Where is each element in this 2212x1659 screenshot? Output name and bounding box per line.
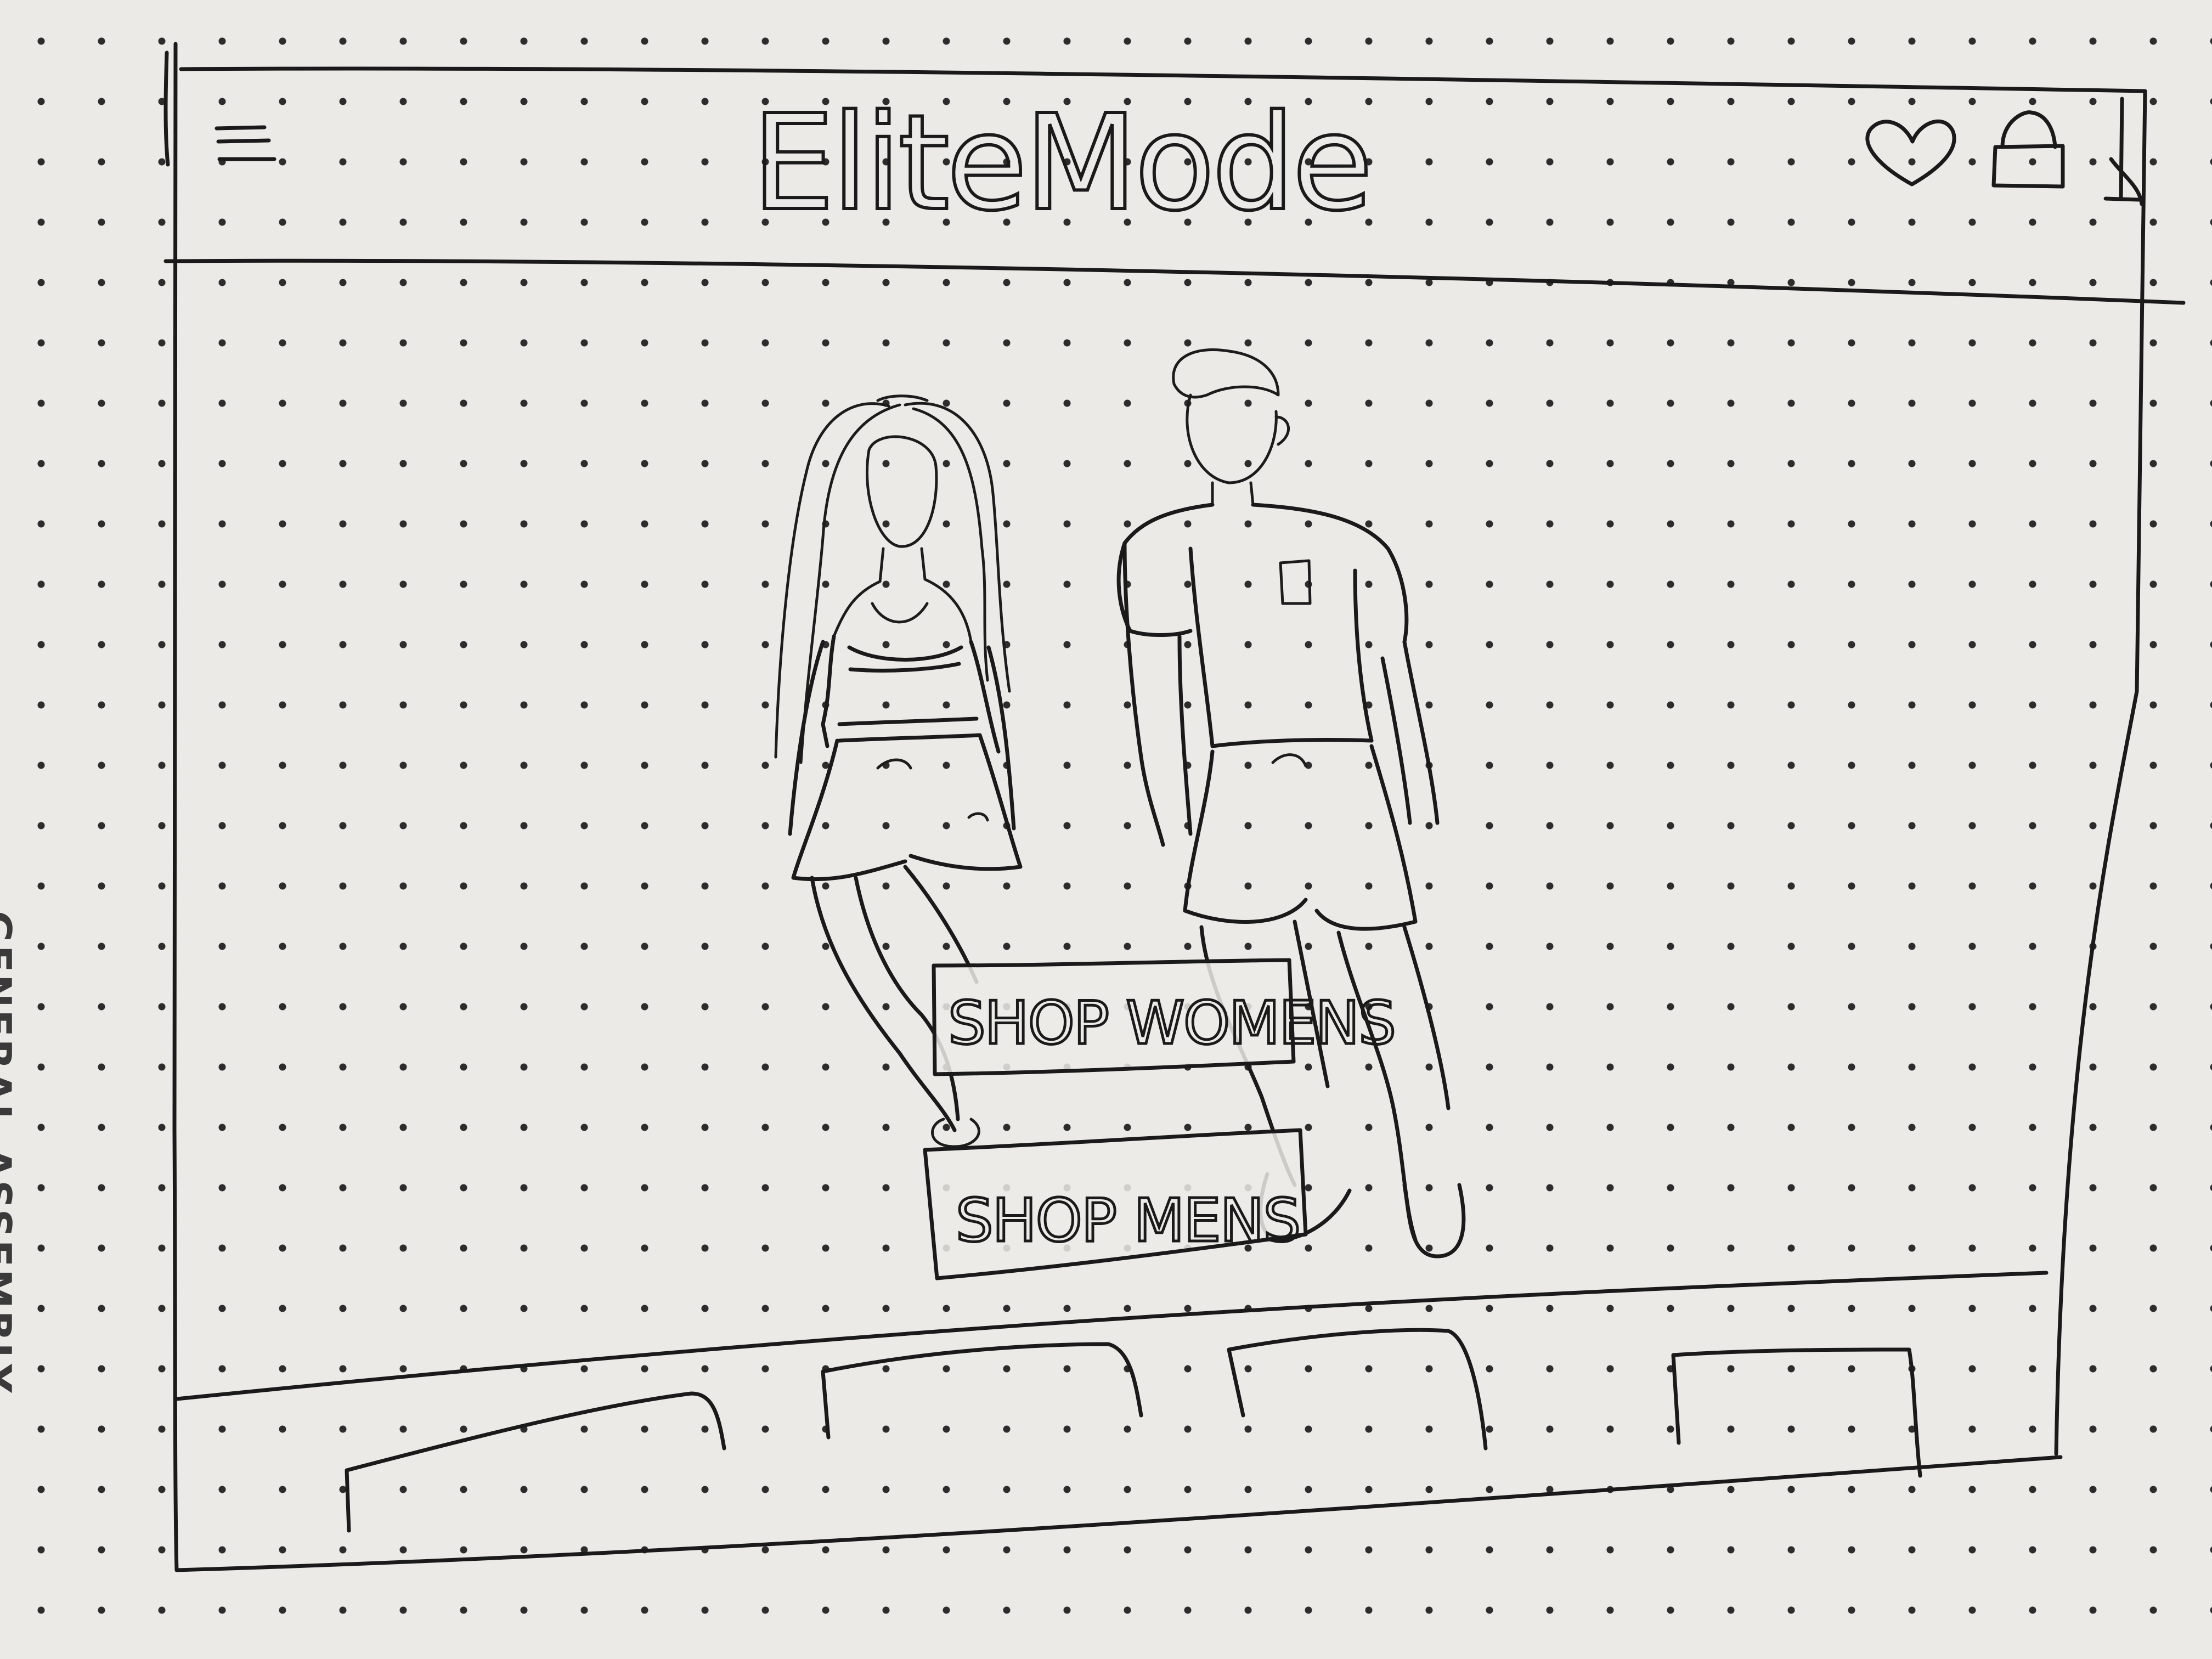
category-cards	[174, 1271, 2049, 1533]
shopping-bag-icon[interactable]	[1991, 110, 2065, 189]
man-model-illustration	[1116, 348, 1466, 1259]
brand-logo[interactable]: EliteMode	[750, 84, 1375, 241]
svg-text:EliteMode: EliteMode	[752, 86, 1370, 240]
user-icon[interactable]	[2103, 97, 2144, 206]
category-card-2[interactable]	[821, 1342, 1143, 1440]
category-card-1[interactable]	[345, 1391, 726, 1533]
heart-icon[interactable]	[1865, 119, 1956, 187]
svg-text:SHOP WOMENS: SHOP WOMENS	[948, 989, 1395, 1058]
category-card-3[interactable]	[1227, 1328, 1488, 1451]
svg-text:SHOP MENS: SHOP MENS	[956, 1187, 1300, 1255]
header-divider	[163, 258, 2186, 305]
hero-bottom-line	[174, 1271, 2049, 1401]
shop-mens-button[interactable]: SHOP MENS	[923, 1128, 1308, 1280]
hamburger-menu-icon[interactable]	[215, 125, 276, 161]
category-card-4[interactable]	[1671, 1347, 1922, 1478]
shop-womens-button[interactable]: SHOP WOMENS	[932, 958, 1397, 1076]
wireframe-sketch: EliteMode SHOP WOMENS SHOP MENS	[163, 42, 2186, 1572]
